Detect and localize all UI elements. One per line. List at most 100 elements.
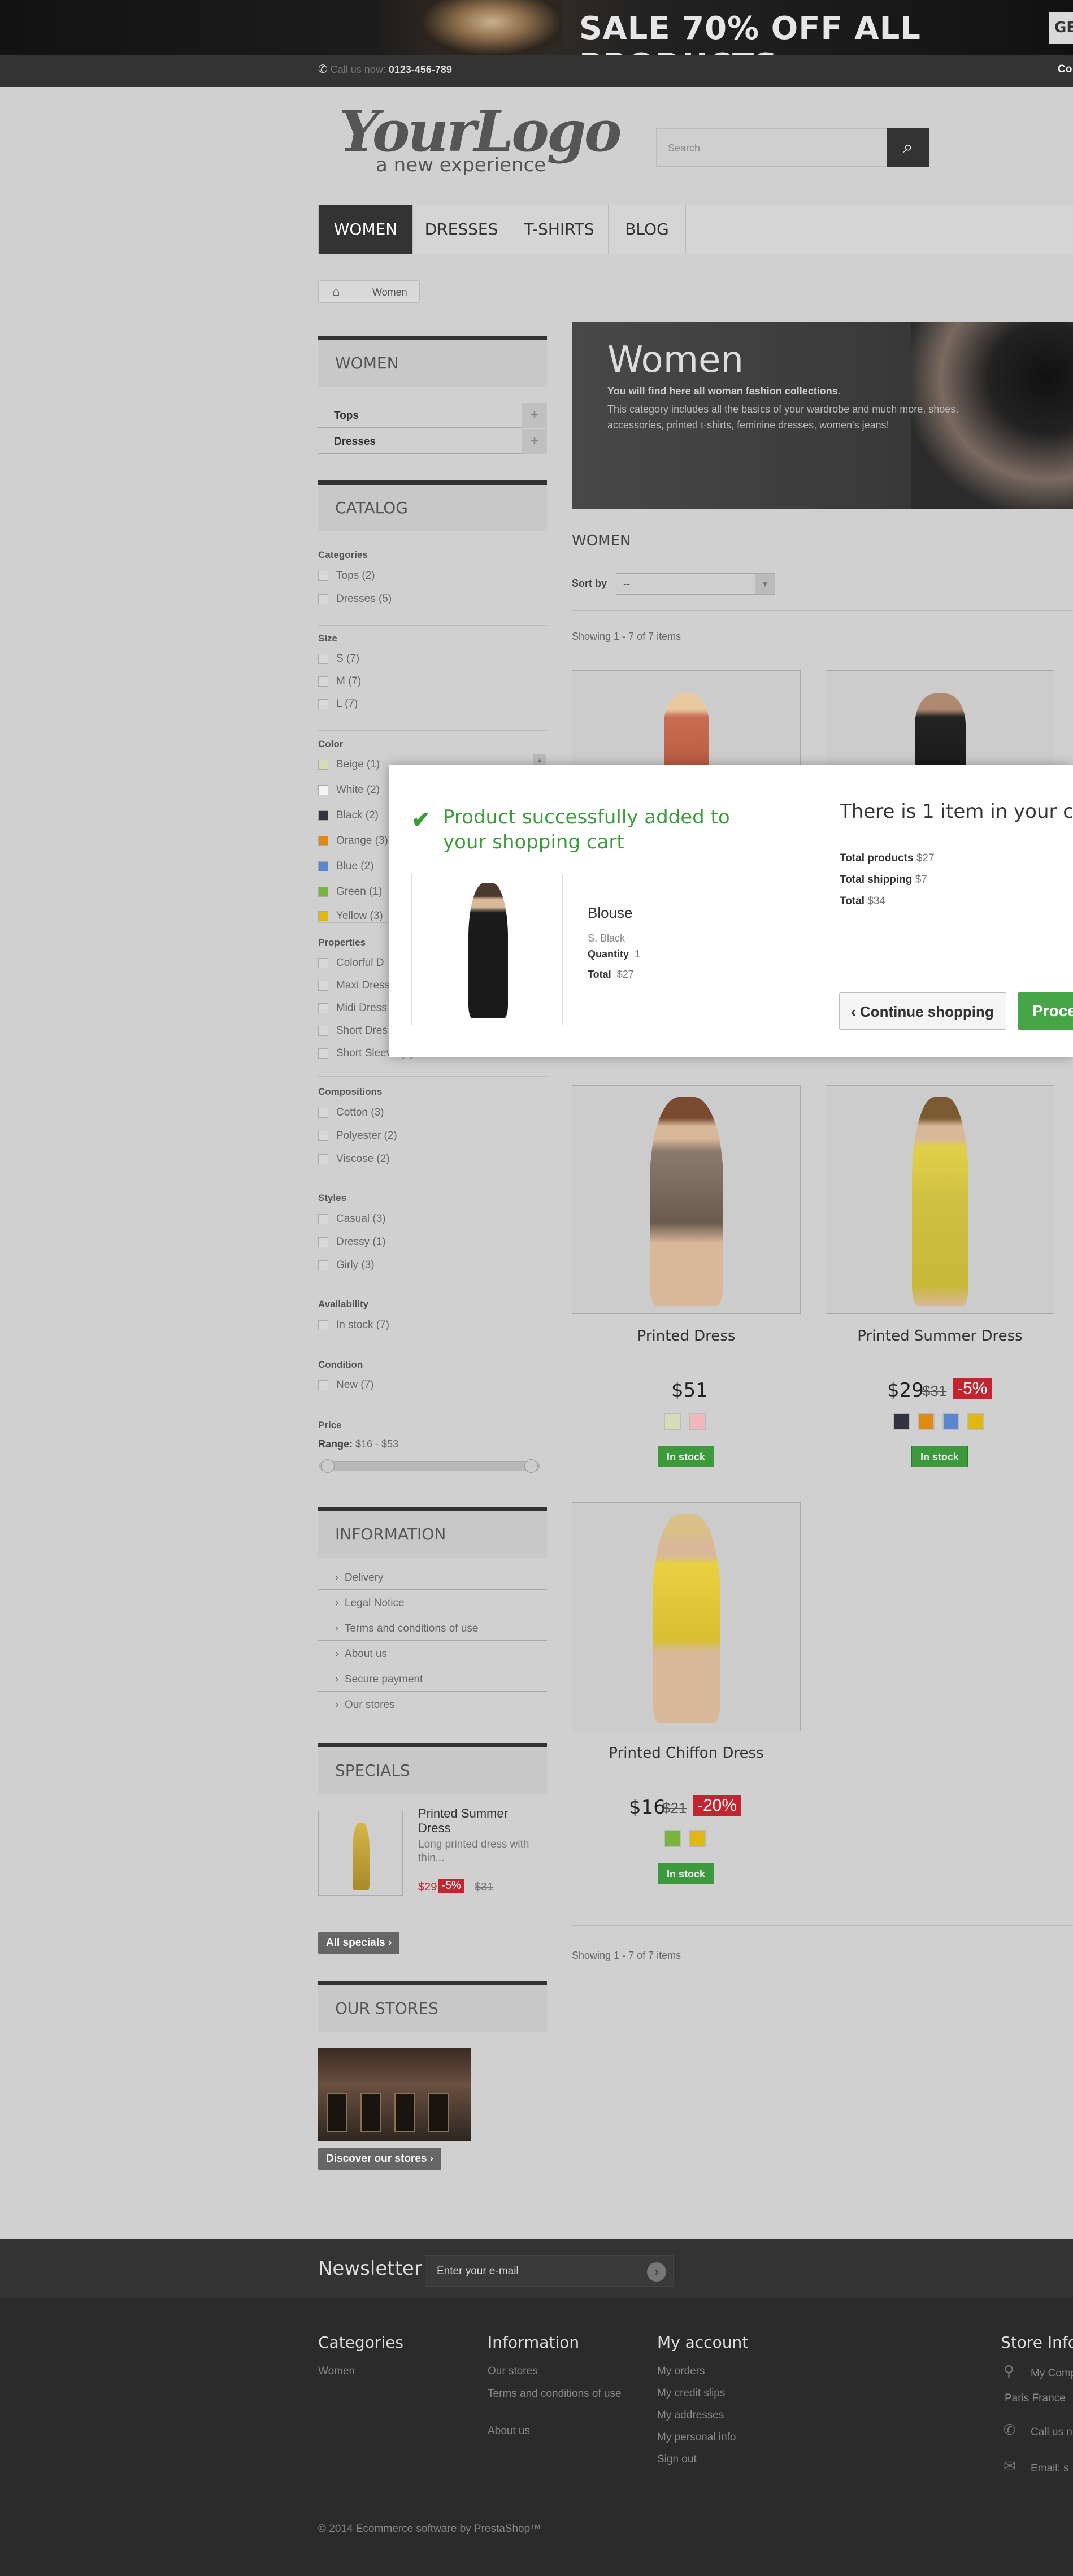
color-swatch[interactable] (318, 886, 328, 897)
menu-tshirts[interactable]: T-SHIRTS (510, 205, 609, 254)
checkbox[interactable] (318, 1320, 328, 1330)
product-card[interactable] (572, 1085, 801, 1314)
checkbox[interactable] (318, 1260, 328, 1270)
color-swatch[interactable] (942, 1413, 959, 1430)
slider-handle-max[interactable] (524, 1459, 538, 1473)
footer-link[interactable]: Sign out (657, 2453, 697, 2466)
color-swatch[interactable] (689, 1830, 706, 1847)
proceed-to-checkout-button[interactable]: Procee (1018, 992, 1073, 1030)
filter-option[interactable]: L (7) (318, 698, 358, 710)
color-swatch[interactable] (893, 1413, 910, 1430)
product-name[interactable]: Printed Chiffon Dress (572, 1745, 801, 1762)
color-swatch[interactable] (689, 1413, 706, 1430)
footer-link[interactable]: About us (488, 2425, 530, 2438)
scroll-up-icon[interactable]: ▲ (533, 754, 546, 766)
checkbox[interactable] (318, 676, 328, 687)
filter-option[interactable]: Green (1) (318, 886, 382, 898)
filter-option[interactable]: Orange (3) (318, 835, 388, 847)
footer-link[interactable]: My addresses (657, 2409, 724, 2422)
price-slider[interactable] (319, 1459, 540, 1473)
filter-option[interactable]: Polyester (2) (318, 1130, 397, 1142)
footer-link[interactable]: My personal info (657, 2431, 736, 2444)
product-name[interactable]: Printed Summer Dress (826, 1328, 1054, 1345)
checkbox[interactable] (318, 1003, 328, 1013)
color-swatch[interactable] (918, 1413, 935, 1430)
filter-option[interactable]: Yellow (3) (318, 910, 383, 921)
checkbox[interactable] (318, 980, 328, 991)
search-button[interactable]: ⌕ (887, 128, 929, 167)
expand-icon[interactable]: + (522, 429, 547, 454)
footer-link[interactable]: Our stores (488, 2365, 538, 2378)
product-name[interactable]: Printed Dress (572, 1328, 801, 1345)
checkbox[interactable] (318, 570, 328, 581)
store-email[interactable]: Email: s (1031, 2462, 1069, 2475)
special-product-name[interactable]: Printed Summer Dress (418, 1806, 542, 1836)
info-link[interactable]: › Our stores (318, 1692, 547, 1717)
checkbox[interactable] (318, 1237, 328, 1247)
product-card[interactable] (826, 670, 1054, 773)
footer-link[interactable]: My credit slips (657, 2387, 725, 2400)
menu-dresses[interactable]: DRESSES (413, 205, 510, 254)
color-swatch[interactable] (318, 759, 328, 770)
color-swatch[interactable] (664, 1413, 681, 1430)
store-image[interactable] (318, 2048, 471, 2141)
search-input[interactable]: Search (668, 142, 700, 154)
color-swatch[interactable] (664, 1830, 681, 1847)
color-swatch[interactable] (318, 910, 328, 921)
checkbox[interactable] (318, 1130, 328, 1141)
newsletter-email-input[interactable]: Enter your e-mail › (425, 2255, 674, 2287)
info-link[interactable]: › Terms and conditions of use (318, 1616, 547, 1641)
filter-option[interactable]: In stock (7) (318, 1319, 389, 1332)
footer-link[interactable]: Women (318, 2365, 355, 2378)
filter-option[interactable]: S (7) (318, 653, 359, 665)
menu-women[interactable]: WOMEN (319, 205, 413, 254)
checkbox[interactable] (318, 699, 328, 709)
home-icon[interactable]: ⌂ (319, 281, 354, 302)
checkbox[interactable] (318, 957, 328, 968)
filter-option[interactable]: Dresses (5) (318, 593, 392, 605)
discover-stores-button[interactable]: Discover our stores › (318, 2148, 442, 2170)
filter-option[interactable]: Maxi Dress (318, 979, 390, 992)
sort-select[interactable]: -- ▼ (616, 573, 775, 595)
banner-button[interactable]: GE (1049, 12, 1073, 44)
contact-link[interactable]: Co (1058, 63, 1072, 76)
filter-option[interactable]: White (2) (318, 784, 380, 796)
checkbox[interactable] (318, 1107, 328, 1118)
footer-link[interactable]: My orders (657, 2365, 705, 2378)
product-card[interactable] (572, 670, 801, 773)
checkbox[interactable] (318, 1213, 328, 1224)
info-link[interactable]: › Secure payment (318, 1667, 547, 1692)
promo-banner[interactable]: SALE 70% OFF ALL PRODUCTS GE (0, 0, 1073, 84)
filter-option[interactable]: Dressy (1) (318, 1236, 386, 1248)
color-swatch[interactable] (967, 1413, 984, 1430)
product-card[interactable] (826, 1085, 1054, 1314)
filter-option[interactable]: Tops (2) (318, 570, 375, 582)
color-swatch[interactable] (318, 810, 328, 821)
filter-option[interactable]: Black (2) (318, 809, 379, 822)
expand-icon[interactable]: + (522, 403, 547, 428)
special-product-image[interactable] (318, 1811, 403, 1896)
site-logo[interactable]: YourLogo a new experience (339, 103, 622, 176)
filter-option[interactable]: Colorful D (318, 957, 384, 969)
sidebar-item-dresses[interactable]: Dresses + (318, 429, 547, 454)
footer-link[interactable]: Terms and conditions of use (488, 2387, 646, 2401)
menu-blog[interactable]: BLOG (609, 205, 686, 254)
checkbox[interactable] (318, 1025, 328, 1036)
filter-option[interactable]: Viscose (2) (318, 1153, 390, 1165)
filter-option[interactable]: Short Dres (318, 1025, 388, 1037)
checkbox[interactable] (318, 1380, 328, 1390)
filter-option[interactable]: M (7) (318, 675, 361, 688)
filter-option[interactable]: New (7) (318, 1379, 374, 1391)
info-link[interactable]: › About us (318, 1641, 547, 1666)
continue-shopping-button[interactable]: ‹ Continue shopping (839, 992, 1006, 1030)
color-swatch[interactable] (318, 861, 328, 871)
checkbox[interactable] (318, 653, 328, 664)
all-specials-button[interactable]: All specials › (318, 1932, 400, 1954)
checkbox[interactable] (318, 1048, 328, 1059)
checkbox[interactable] (318, 1153, 328, 1164)
filter-option[interactable]: Beige (1) (318, 758, 380, 771)
filter-option[interactable]: Midi Dress (318, 1002, 387, 1014)
filter-option[interactable]: Blue (2) (318, 860, 374, 873)
info-link[interactable]: › Delivery (318, 1565, 547, 1590)
sidebar-item-tops[interactable]: Tops + (318, 403, 547, 428)
